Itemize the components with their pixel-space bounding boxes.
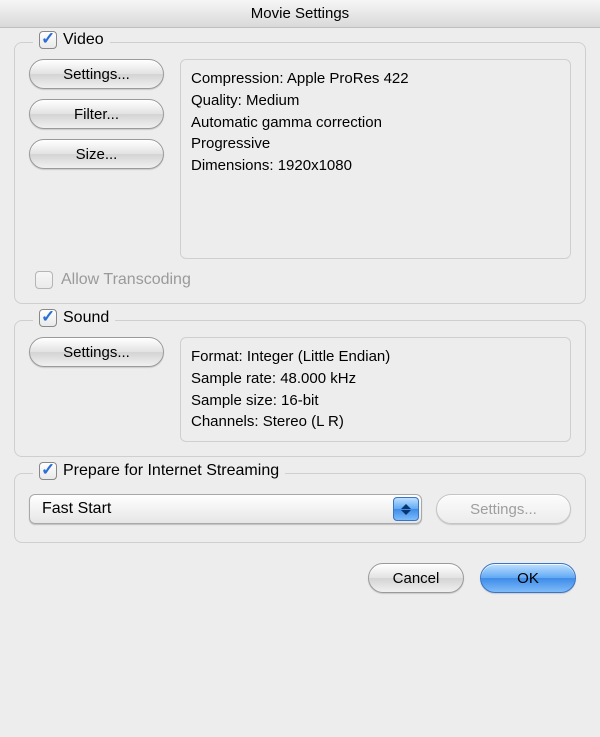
allow-transcoding-checkbox xyxy=(35,271,53,289)
video-legend: Video xyxy=(33,31,110,49)
streaming-group: Prepare for Internet Streaming Fast Star… xyxy=(14,473,586,543)
video-compression-text: Compression: Apple ProRes 422 xyxy=(191,68,560,90)
popup-arrows-icon xyxy=(393,497,419,521)
video-legend-label: Video xyxy=(63,31,104,49)
sound-settings-button[interactable]: Settings... xyxy=(29,337,164,367)
video-size-button[interactable]: Size... xyxy=(29,139,164,169)
sound-checkbox[interactable] xyxy=(39,309,57,327)
video-group: Video Settings... Filter... Size... Comp… xyxy=(14,42,586,304)
streaming-legend: Prepare for Internet Streaming xyxy=(33,462,285,480)
video-filter-button[interactable]: Filter... xyxy=(29,99,164,129)
allow-transcoding-row: Allow Transcoding xyxy=(35,271,571,289)
video-quality-text: Quality: Medium xyxy=(191,90,560,112)
sound-format-text: Format: Integer (Little Endian) xyxy=(191,346,560,368)
sound-channels-text: Channels: Stereo (L R) xyxy=(191,411,560,433)
sound-legend: Sound xyxy=(33,309,115,327)
video-info-box: Compression: Apple ProRes 422 Quality: M… xyxy=(180,59,571,259)
sound-sample-size-text: Sample size: 16-bit xyxy=(191,390,560,412)
streaming-settings-button: Settings... xyxy=(436,494,571,524)
video-settings-button[interactable]: Settings... xyxy=(29,59,164,89)
dialog-footer: Cancel OK xyxy=(14,559,586,593)
cancel-button[interactable]: Cancel xyxy=(368,563,464,593)
sound-legend-label: Sound xyxy=(63,309,109,327)
streaming-mode-popup[interactable]: Fast Start xyxy=(29,494,422,524)
sound-info-box: Format: Integer (Little Endian) Sample r… xyxy=(180,337,571,442)
video-checkbox[interactable] xyxy=(39,31,57,49)
streaming-mode-value: Fast Start xyxy=(42,500,111,518)
video-gamma-text: Automatic gamma correction xyxy=(191,112,560,134)
streaming-legend-label: Prepare for Internet Streaming xyxy=(63,462,279,480)
video-scan-text: Progressive xyxy=(191,133,560,155)
video-dimensions-text: Dimensions: 1920x1080 xyxy=(191,155,560,177)
window-title: Movie Settings xyxy=(0,0,600,28)
sound-group: Sound Settings... Format: Integer (Littl… xyxy=(14,320,586,457)
allow-transcoding-label: Allow Transcoding xyxy=(61,271,191,289)
streaming-checkbox[interactable] xyxy=(39,462,57,480)
sound-sample-rate-text: Sample rate: 48.000 kHz xyxy=(191,368,560,390)
ok-button[interactable]: OK xyxy=(480,563,576,593)
dialog-content: Video Settings... Filter... Size... Comp… xyxy=(0,28,600,605)
